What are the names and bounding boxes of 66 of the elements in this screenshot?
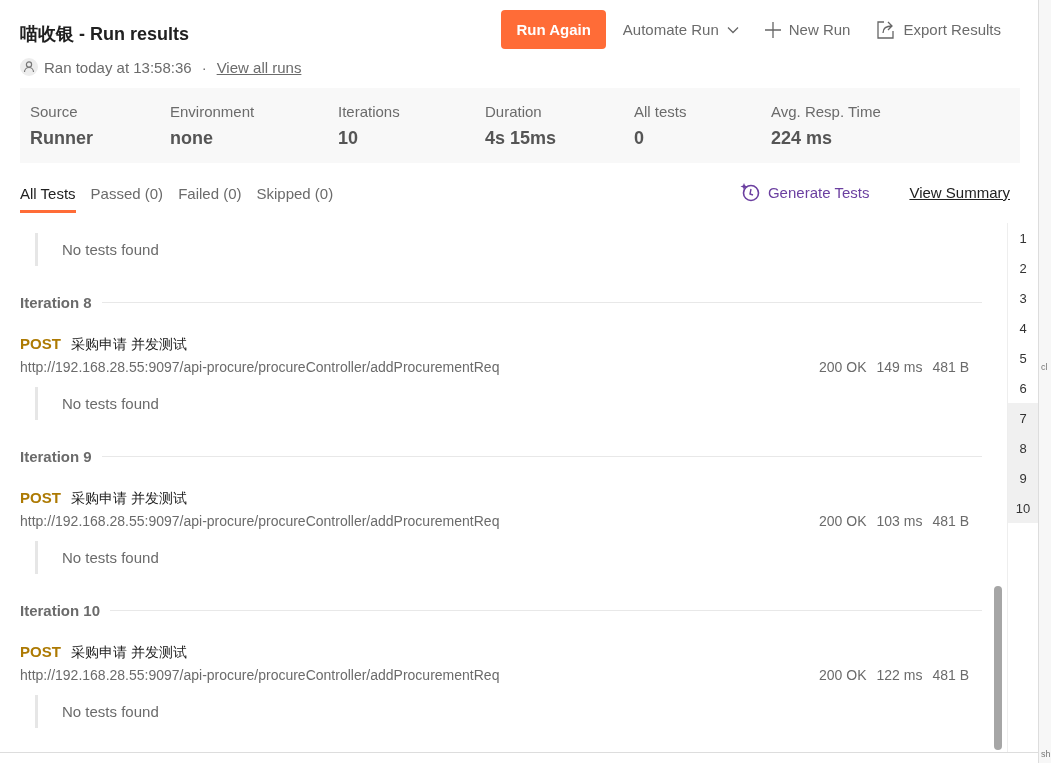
sparkle-icon [739,182,760,202]
stat-label: Environment [170,102,256,120]
generate-tests-button[interactable]: Generate Tests [739,182,870,202]
iteration-number[interactable]: 2 [1008,253,1038,283]
page-title: 喵收银 - Run results [20,23,190,46]
tests-result: No tests found [35,233,1007,266]
filter-tab[interactable]: Failed (0) [178,185,242,213]
status-text: 200 OK [819,359,867,375]
request-url: http://192.168.28.55:9097/api-procure/procureController/addProcurementReq [20,359,500,375]
filter-tab[interactable]: Passed (0) [90,185,164,213]
stat-label: Source [30,102,79,120]
run-time-text: Ran today at 13:58:36 [44,58,192,76]
user-icon [20,58,38,76]
iteration-number[interactable]: 8 [1008,433,1038,463]
status-text: 200 OK [819,667,867,683]
iteration-number[interactable]: 1 [1008,223,1038,253]
plus-icon [764,21,781,38]
request-url: http://192.168.28.55:9097/api-procure/procureController/addProcurementReq [20,667,500,683]
new-run-button[interactable]: New Run [755,10,860,49]
http-method: POST [20,335,61,352]
filter-tab[interactable]: All Tests [20,185,76,213]
request-url: http://192.168.28.55:9097/api-procure/procureController/addProcurementReq [20,513,500,529]
iteration-number[interactable]: 7 [1008,403,1038,433]
response-time: 149 ms [876,359,923,375]
request-name: 采购申请 并发测试 [70,644,188,662]
iteration-heading: Iteration 10 [20,602,101,619]
stat-value: 10 [338,127,360,149]
export-results-button[interactable]: Export Results [867,10,1010,49]
http-method: POST [20,643,61,660]
stat-label: All tests [634,102,688,120]
status-text: 200 OK [819,513,867,529]
separator-dot: · [201,58,207,76]
stat-value: 0 [634,127,645,149]
stat-value: Runner [30,127,94,149]
stat-value: 224 ms [771,127,834,149]
iteration-number[interactable]: 5 [1008,343,1038,373]
stat-label: Avg. Resp. Time [771,102,881,120]
iteration-heading: Iteration 9 [20,448,92,465]
iteration-heading: Iteration 8 [20,294,92,311]
response-time: 122 ms [876,667,923,683]
stat-value: none [170,127,214,149]
response-size: 481 B [932,667,969,683]
iteration-number[interactable]: 10 [1008,493,1038,523]
export-icon [876,20,896,39]
response-size: 481 B [932,513,969,529]
iteration-number[interactable]: 4 [1008,313,1038,343]
automate-run-button[interactable]: Automate Run [613,10,748,49]
view-summary-link[interactable]: View Summary [909,183,1010,201]
request-name: 采购申请 并发测试 [70,336,188,354]
response-time: 103 ms [876,513,923,529]
chevron-down-icon [726,25,739,34]
cut-off-text: sh [1041,749,1051,759]
filter-tab[interactable]: Skipped (0) [256,185,334,213]
stat-label: Duration [485,102,543,120]
tests-result: No tests found [35,541,1007,574]
view-all-runs-link[interactable]: View all runs [216,58,302,76]
stat-value: 4s 15ms [485,127,558,149]
http-method: POST [20,489,61,506]
stat-label: Iterations [338,102,401,120]
iteration-number[interactable]: 3 [1008,283,1038,313]
response-size: 481 B [932,359,969,375]
scrollbar-thumb[interactable] [994,586,1002,750]
iteration-number[interactable]: 9 [1008,463,1038,493]
request-name: 采购申请 并发测试 [70,490,188,508]
cut-off-text: cl [1041,362,1049,372]
iteration-number[interactable]: 6 [1008,373,1038,403]
